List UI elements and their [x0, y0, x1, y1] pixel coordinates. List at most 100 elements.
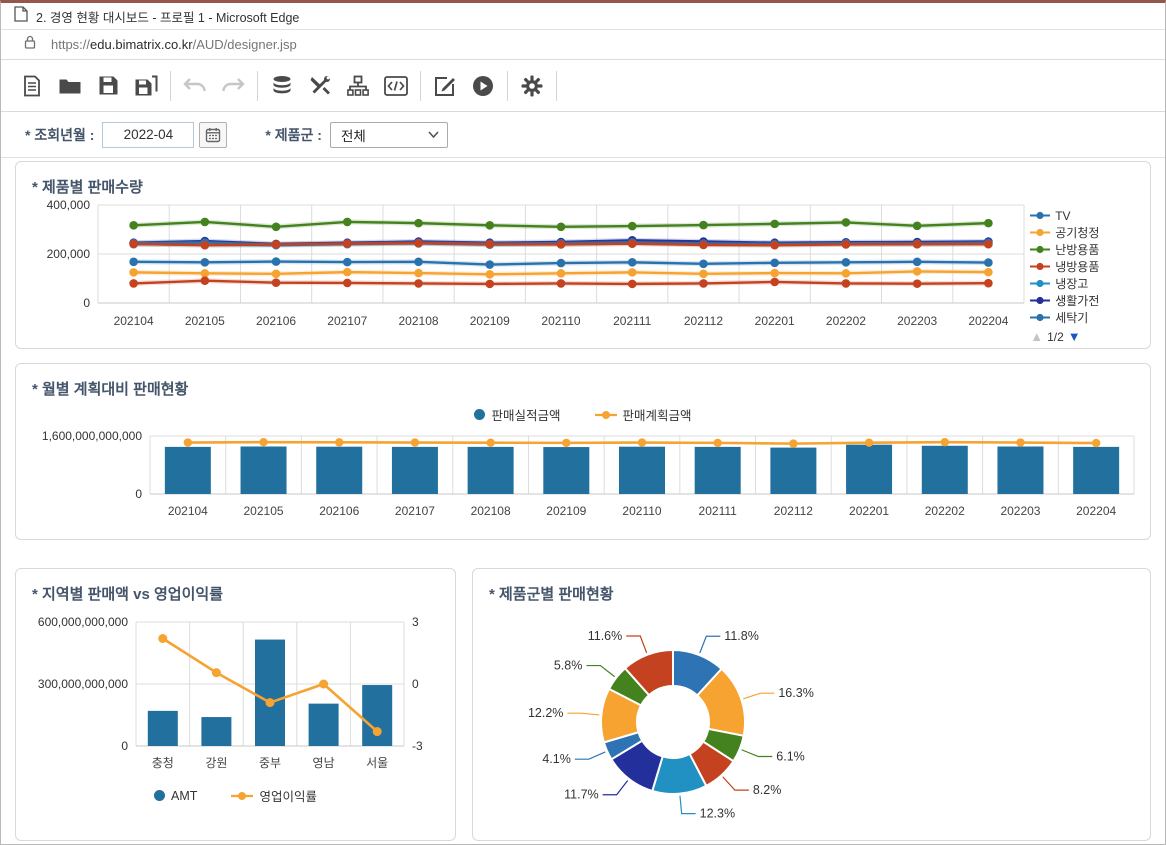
designer-toolbar — [1, 60, 1165, 112]
panel-monthly-plan-vs-actual: * 월별 계획대비 판매현황 판매실적금액 판매계획금액 01,600,000,… — [15, 363, 1151, 540]
svg-text:202201: 202201 — [755, 314, 795, 328]
panel-title: * 제품별 판매수량 — [16, 162, 1150, 197]
product-select[interactable]: 전체 — [330, 122, 448, 148]
svg-text:1,600,000,000,000: 1,600,000,000,000 — [42, 429, 142, 443]
series-marker — [595, 410, 617, 420]
redo-button[interactable] — [214, 68, 252, 104]
svg-text:-3: -3 — [412, 739, 423, 753]
svg-text:202110: 202110 — [622, 504, 661, 518]
edit-button[interactable] — [426, 68, 464, 104]
save-as-button[interactable] — [127, 68, 165, 104]
panel-title: * 지역별 판매액 vs 영업이익률 — [16, 569, 455, 604]
new-document-button[interactable] — [13, 68, 51, 104]
svg-text:0: 0 — [135, 487, 142, 501]
legend-page-up[interactable]: ▲ — [1030, 329, 1043, 344]
svg-text:202109: 202109 — [470, 314, 510, 328]
legend-item[interactable]: 냉장고 — [1030, 275, 1142, 292]
svg-text:강원: 강원 — [205, 756, 227, 770]
series-marker — [154, 790, 165, 801]
product-group-donut-chart: 11.8%16.3%6.1%8.2%12.3%11.7%4.1%12.2%5.8… — [473, 604, 1133, 839]
settings-button[interactable] — [513, 68, 551, 104]
svg-text:202104: 202104 — [114, 314, 154, 328]
legend-item[interactable]: 판매실적금액 — [474, 405, 560, 424]
chevron-down-icon — [428, 131, 439, 138]
svg-text:0: 0 — [412, 677, 419, 691]
address-bar[interactable]: https://edu.bimatrix.co.kr/AUD/designer.… — [1, 30, 1165, 60]
svg-text:202104: 202104 — [168, 504, 208, 518]
database-button[interactable] — [263, 68, 301, 104]
toolbar-separator — [556, 71, 557, 101]
hierarchy-button[interactable] — [339, 68, 377, 104]
svg-text:8.2%: 8.2% — [753, 783, 782, 797]
lock-icon — [23, 34, 37, 55]
legend-item[interactable]: TV — [1030, 207, 1142, 224]
panel-product-sales-qty: * 제품별 판매수량 0200,000400,00020210420210520… — [15, 161, 1151, 349]
open-folder-button[interactable] — [51, 68, 89, 104]
svg-text:202109: 202109 — [546, 504, 586, 518]
svg-text:6.1%: 6.1% — [776, 750, 805, 764]
dashboard: * 제품별 판매수량 0200,000400,00020210420210520… — [1, 158, 1165, 841]
legend-item[interactable]: AMT — [154, 789, 197, 803]
series-marker — [474, 409, 485, 420]
legend-item[interactable]: 영업이익률 — [231, 786, 317, 805]
browser-window: 2. 경영 현황 대시보드 - 프로필 1 - Microsoft Edge h… — [0, 0, 1166, 845]
legend-label: 냉장고 — [1055, 275, 1088, 292]
region-chart-legend: AMT 영업이익률 — [16, 786, 455, 805]
svg-text:0: 0 — [121, 739, 128, 753]
legend-item[interactable]: 판매계획금액 — [595, 405, 692, 424]
save-button[interactable] — [89, 68, 127, 104]
series-marker — [1030, 313, 1050, 322]
code-button[interactable] — [377, 68, 415, 104]
svg-text:202112: 202112 — [684, 314, 723, 328]
svg-text:202202: 202202 — [925, 504, 965, 518]
svg-text:11.6%: 11.6% — [588, 629, 623, 643]
date-input[interactable] — [102, 122, 194, 148]
svg-text:202203: 202203 — [897, 314, 937, 328]
url-text[interactable]: https://edu.bimatrix.co.kr/AUD/designer.… — [51, 37, 297, 52]
series-marker — [1030, 262, 1050, 271]
svg-text:5.8%: 5.8% — [554, 659, 583, 673]
legend-item[interactable]: 세탁기 — [1030, 309, 1142, 326]
svg-text:4.1%: 4.1% — [542, 752, 571, 766]
svg-text:202111: 202111 — [699, 504, 738, 518]
undo-button[interactable] — [176, 68, 214, 104]
region-combo-chart: 0-3300,000,000,0000600,000,000,0003충청강원중… — [24, 612, 448, 784]
calendar-icon — [205, 127, 221, 143]
legend-label: AMT — [171, 789, 197, 803]
legend-label: 냉방용품 — [1055, 258, 1099, 275]
series-marker — [1030, 279, 1050, 288]
legend-label: TV — [1055, 209, 1070, 223]
legend-item[interactable]: 난방용품 — [1030, 241, 1142, 258]
svg-text:중부: 중부 — [258, 756, 280, 770]
legend-label: 판매계획금액 — [623, 405, 692, 424]
svg-text:서울: 서울 — [366, 756, 388, 770]
legend-item[interactable]: 공기청정 — [1030, 224, 1142, 241]
tools-button[interactable] — [301, 68, 339, 104]
legend-item[interactable]: 냉방용품 — [1030, 258, 1142, 275]
svg-text:202202: 202202 — [826, 314, 866, 328]
filter-bar: * 조회년월 : * 제품군 : 전체 — [1, 112, 1165, 158]
svg-text:202107: 202107 — [395, 504, 435, 518]
legend-label: 생활가전 — [1055, 292, 1099, 309]
svg-text:200,000: 200,000 — [47, 247, 91, 261]
run-button[interactable] — [464, 68, 502, 104]
svg-text:12.3%: 12.3% — [700, 807, 735, 821]
legend-item[interactable]: 생활가전 — [1030, 292, 1142, 309]
calendar-button[interactable] — [199, 122, 227, 148]
svg-text:202203: 202203 — [1000, 504, 1040, 518]
svg-text:202204: 202204 — [968, 314, 1008, 328]
series-marker — [1030, 245, 1050, 254]
url-scheme: https:// — [51, 37, 90, 52]
svg-text:300,000,000,000: 300,000,000,000 — [37, 677, 127, 691]
panel-title: * 제품군별 판매현황 — [473, 569, 1150, 604]
toolbar-separator — [420, 71, 421, 101]
toolbar-separator — [170, 71, 171, 101]
svg-text:202105: 202105 — [244, 504, 284, 518]
combo-chart-legend: 판매실적금액 판매계획금액 — [16, 405, 1150, 424]
legend-page-down[interactable]: ▼ — [1068, 329, 1081, 344]
svg-text:202106: 202106 — [256, 314, 296, 328]
url-host: edu.bimatrix.co.kr — [90, 37, 193, 52]
svg-text:600,000,000,000: 600,000,000,000 — [37, 615, 127, 629]
legend-pager: ▲1/2▼ — [1030, 329, 1142, 344]
svg-text:202105: 202105 — [185, 314, 225, 328]
